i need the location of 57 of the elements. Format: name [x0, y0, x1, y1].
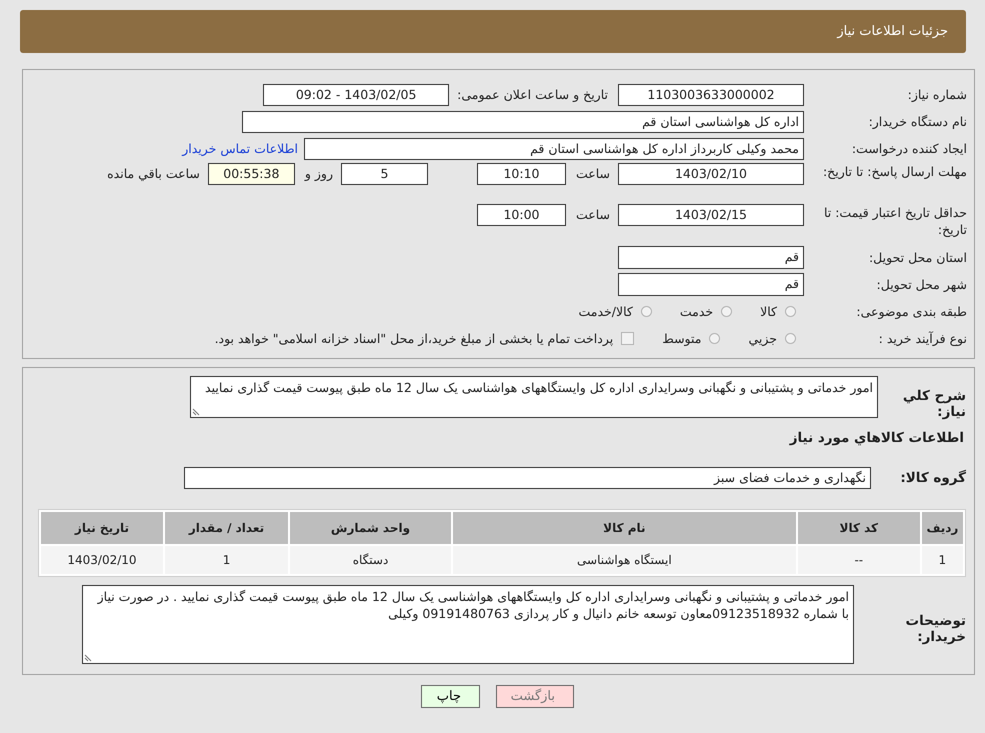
- requester-field: محمد وکیلی کاربرداز اداره کل هواشناسی استان قم: [304, 138, 804, 160]
- resize-grip-icon: [84, 654, 92, 662]
- payment-note: پرداخت تمام یا بخشی از مبلغ خرید،از محل "اسناد خزانه اسلامی" خواهد بود.: [214, 331, 614, 346]
- city-field: قم: [618, 273, 804, 296]
- field-label: نوع فرآیند خرید :: [878, 331, 968, 346]
- field-label: ایجاد کننده درخواست:: [850, 141, 968, 156]
- field-label: نام دستگاه خریدار:: [868, 114, 968, 129]
- field-label: استان محل تحویل:: [868, 250, 968, 265]
- remaining-label: ساعت باقي مانده: [107, 166, 200, 181]
- column-header: ردیف: [922, 512, 963, 544]
- buyer-notes-textarea: امور خدماتی و پشتیبانی و نگهبانی وسرایداری اداره کل وایستگاههای هواشناسی یک سال 12 ماه طبق پیوست قیمت گذاری نمایید . در صورت نیاز با شماره 09123518932معاون توسعه خانم دانیال و کار پردازی 09191480763 وکیلی: [82, 585, 854, 664]
- field-label: توضیحات خریدار:: [904, 612, 967, 645]
- column-header: نام کالا: [452, 512, 796, 544]
- date-field: 1403/02/10: [618, 163, 804, 185]
- table-cell: 1: [164, 546, 288, 574]
- field-label: شرح کلي نیاز:: [902, 387, 967, 420]
- column-header: واحد شمارش: [290, 512, 451, 544]
- table-cell: 1: [922, 546, 963, 574]
- announce-date-field: 1403/02/05 - 09:02: [263, 84, 450, 106]
- print-button[interactable]: چاپ: [421, 685, 480, 708]
- category-radio[interactable]: کالا/خدمت: [578, 304, 652, 319]
- section-heading: اطلاعات کالاهاي مورد نیاز: [788, 429, 965, 446]
- days-field: 5: [340, 163, 428, 185]
- field-label: گروه کالا:: [899, 470, 967, 486]
- province-field: قم: [618, 246, 804, 269]
- time-field: 10:00: [476, 204, 566, 226]
- field-label: شهر محل تحویل:: [876, 277, 968, 292]
- time-label: ساعت: [576, 207, 610, 222]
- column-header: کد کالا: [798, 512, 920, 544]
- field-label: طبقه بندی موضوعی:: [855, 304, 968, 319]
- need-number-field: 1103003633000002: [618, 84, 804, 106]
- table-cell: ایستگاه هواشناسی: [452, 546, 796, 574]
- date-field: 1403/02/15: [618, 204, 804, 226]
- buyer-contact-link[interactable]: اطلاعات تماس خریدار: [182, 141, 298, 156]
- payment-checkbox[interactable]: [621, 332, 634, 345]
- description-textarea: امور خدماتی و پشتیبانی و نگهبانی وسرایداری اداره کل وایستگاههای هواشناسی یک سال 12 ماه طبق پیوست قیمت گذاری نمایید: [190, 376, 878, 418]
- purchase-type-radio[interactable]: جزيي: [748, 331, 796, 346]
- buyer-org-field: اداره کل هواشناسی استان قم: [242, 110, 804, 132]
- page-title: جزئیات اطلاعات نیاز: [837, 24, 948, 39]
- table-cell: 1403/02/10: [41, 546, 163, 574]
- field-label: مهلت ارسال پاسخ: تا تاریخ:: [822, 163, 968, 180]
- purchase-type-radio[interactable]: متوسط: [662, 331, 720, 346]
- field-label: حداقل تاریخ اعتبار قیمت: تا تاریخ:: [822, 204, 968, 238]
- field-label: شماره نیاز:: [906, 87, 968, 102]
- goods-group-field: نگهداری و خدمات فضای سبز: [184, 466, 871, 488]
- column-header: تاریخ نیاز: [41, 512, 163, 544]
- table-cell: --: [798, 546, 920, 574]
- table-cell: دستگاه: [290, 546, 451, 574]
- resize-grip-icon: [192, 408, 200, 416]
- field-label: تاریخ و ساعت اعلان عمومی:: [457, 87, 608, 102]
- days-label: روز و: [304, 166, 333, 181]
- time-label: ساعت: [576, 166, 610, 181]
- time-field: 10:10: [476, 163, 566, 185]
- column-header: تعداد / مقدار: [164, 512, 288, 544]
- remaining-time-field: 00:55:38: [208, 163, 295, 185]
- category-radio[interactable]: خدمت: [680, 304, 732, 319]
- category-radio[interactable]: کالا: [760, 304, 796, 319]
